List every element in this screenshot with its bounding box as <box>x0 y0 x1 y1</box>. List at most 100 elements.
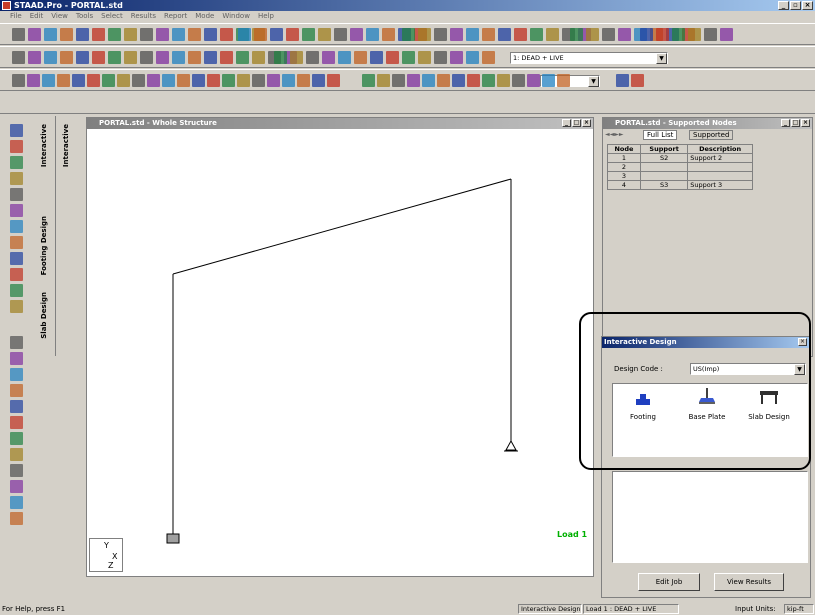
menu-file[interactable]: File <box>10 11 22 22</box>
minimize-icon[interactable]: _ <box>781 119 790 127</box>
menu-mode[interactable]: Mode <box>195 11 214 22</box>
table-row[interactable]: 4 S3 Support 3 <box>607 180 753 190</box>
toolbar-tool-icon[interactable] <box>204 51 217 64</box>
toolbar-tool-icon[interactable] <box>434 28 447 41</box>
maximize-icon[interactable]: □ <box>791 119 800 127</box>
toolbar-tool-icon[interactable] <box>156 28 169 41</box>
toolbar-tool-icon[interactable] <box>28 51 41 64</box>
toolbar-tool-icon[interactable] <box>402 28 415 41</box>
toolbar-tool-icon[interactable] <box>12 51 25 64</box>
structure-window-title-bar[interactable]: PORTAL.std - Whole Structure _ □ × <box>87 118 593 129</box>
tab-interactive-active[interactable]: Interactive <box>62 124 70 167</box>
app-title-bar[interactable]: STAAD.Pro - PORTAL.std <box>0 0 815 11</box>
left-toolbar-tool-icon[interactable] <box>10 300 23 313</box>
left-toolbar-tool-icon[interactable] <box>10 336 23 349</box>
toolbar-tool-icon[interactable] <box>322 51 335 64</box>
toolbar-tool-icon[interactable] <box>407 74 420 87</box>
toolbar-tool-icon[interactable] <box>286 28 299 41</box>
toolbar-tool-icon[interactable] <box>366 28 379 41</box>
view-results-button[interactable]: View Results <box>714 573 784 591</box>
toolbar-tool-icon[interactable] <box>530 28 543 41</box>
toolbar-tool-icon[interactable] <box>418 51 431 64</box>
left-toolbar-tool-icon[interactable] <box>10 352 23 365</box>
toolbar-tool-icon[interactable] <box>60 28 73 41</box>
toolbar-tool-icon[interactable] <box>514 28 527 41</box>
toolbar-tool-icon[interactable] <box>482 51 495 64</box>
toolbar-tool-icon[interactable] <box>252 51 265 64</box>
toolbar-tool-icon[interactable] <box>386 51 399 64</box>
toolbar-tool-icon[interactable] <box>156 51 169 64</box>
toolbar-tool-icon[interactable] <box>188 51 201 64</box>
toolbar-tool-icon[interactable] <box>512 74 525 87</box>
toolbar-tool-icon[interactable] <box>124 28 137 41</box>
left-toolbar-tool-icon[interactable] <box>10 236 23 249</box>
chevron-down-icon[interactable]: ▼ <box>588 76 599 87</box>
left-toolbar-tool-icon[interactable] <box>10 464 23 477</box>
toolbar-tool-icon[interactable] <box>362 74 375 87</box>
tab-interactive[interactable]: Interactive <box>40 124 48 167</box>
toolbar-tool-icon[interactable] <box>220 51 233 64</box>
toolbar-tool-icon[interactable] <box>172 51 185 64</box>
left-toolbar-tool-icon[interactable] <box>10 188 23 201</box>
left-toolbar-tool-icon[interactable] <box>10 480 23 493</box>
table-row[interactable]: 1 S2 Support 2 <box>607 153 753 163</box>
maximize-icon[interactable]: □ <box>572 119 581 127</box>
toolbar-tool-icon[interactable] <box>12 28 25 41</box>
toolbar-tool-icon[interactable] <box>57 74 70 87</box>
close-icon[interactable]: × <box>582 119 591 127</box>
toolbar-tool-icon[interactable] <box>466 28 479 41</box>
toolbar-tool-icon[interactable] <box>290 51 303 64</box>
left-toolbar-tool-icon[interactable] <box>10 172 23 185</box>
toolbar-tool-icon[interactable] <box>28 28 41 41</box>
toolbar-tool-icon[interactable] <box>422 74 435 87</box>
toolbar-tool-icon[interactable] <box>172 28 185 41</box>
toolbar-tool-icon[interactable] <box>640 28 653 41</box>
nodes-window-title-bar[interactable]: PORTAL.std - Supported Nodes _ □ × <box>603 118 812 129</box>
toolbar-tool-icon[interactable] <box>688 28 701 41</box>
left-toolbar-tool-icon[interactable] <box>10 400 23 413</box>
design-code-select[interactable]: US(Imp) ▼ <box>690 363 806 375</box>
toolbar-tool-icon[interactable] <box>466 51 479 64</box>
table-cell[interactable]: 3 <box>607 171 641 181</box>
toolbar-tool-icon[interactable] <box>44 28 57 41</box>
toolbar-tool-icon[interactable] <box>527 74 540 87</box>
toolbar-tool-icon[interactable] <box>672 28 685 41</box>
table-cell[interactable]: 4 <box>607 180 641 190</box>
left-toolbar-tool-icon[interactable] <box>10 512 23 525</box>
toolbar-tool-icon[interactable] <box>76 28 89 41</box>
left-toolbar-tool-icon[interactable] <box>10 140 23 153</box>
toolbar-tool-icon[interactable] <box>238 28 251 41</box>
toolbar-tool-icon[interactable] <box>204 28 217 41</box>
toolbar-tool-icon[interactable] <box>27 74 40 87</box>
toolbar-tool-icon[interactable] <box>720 28 733 41</box>
col-description[interactable]: Description <box>687 144 753 154</box>
toolbar-tool-icon[interactable] <box>132 74 145 87</box>
toolbar-tool-icon[interactable] <box>392 74 405 87</box>
toolbar-tool-icon[interactable] <box>498 28 511 41</box>
left-toolbar-tool-icon[interactable] <box>10 284 23 297</box>
toolbar-tool-icon[interactable] <box>350 28 363 41</box>
toolbar-tool-icon[interactable] <box>434 51 447 64</box>
toolbar-tool-icon[interactable] <box>334 28 347 41</box>
toolbar-tool-icon[interactable] <box>327 74 340 87</box>
close-icon[interactable]: × <box>798 338 807 346</box>
structure-view[interactable] <box>87 129 593 576</box>
menu-select[interactable]: Select <box>101 11 123 22</box>
table-cell[interactable] <box>639 162 689 172</box>
toolbar-tool-icon[interactable] <box>631 74 644 87</box>
toolbar-tool-icon[interactable] <box>297 74 310 87</box>
toolbar-tool-icon[interactable] <box>177 74 190 87</box>
toolbar-tool-icon[interactable] <box>267 74 280 87</box>
toolbar-tool-icon[interactable] <box>656 28 669 41</box>
left-toolbar-tool-icon[interactable] <box>10 156 23 169</box>
toolbar-tool-icon[interactable] <box>306 51 319 64</box>
col-node[interactable]: Node <box>607 144 641 154</box>
minimize-icon[interactable]: _ <box>562 119 571 127</box>
left-toolbar-tool-icon[interactable] <box>10 124 23 137</box>
toolbar-tool-icon[interactable] <box>237 74 250 87</box>
left-toolbar-tool-icon[interactable] <box>10 416 23 429</box>
left-toolbar-tool-icon[interactable] <box>10 252 23 265</box>
toolbar-tool-icon[interactable] <box>72 74 85 87</box>
toolbar-tool-icon[interactable] <box>147 74 160 87</box>
toolbar-tool-icon[interactable] <box>192 74 205 87</box>
